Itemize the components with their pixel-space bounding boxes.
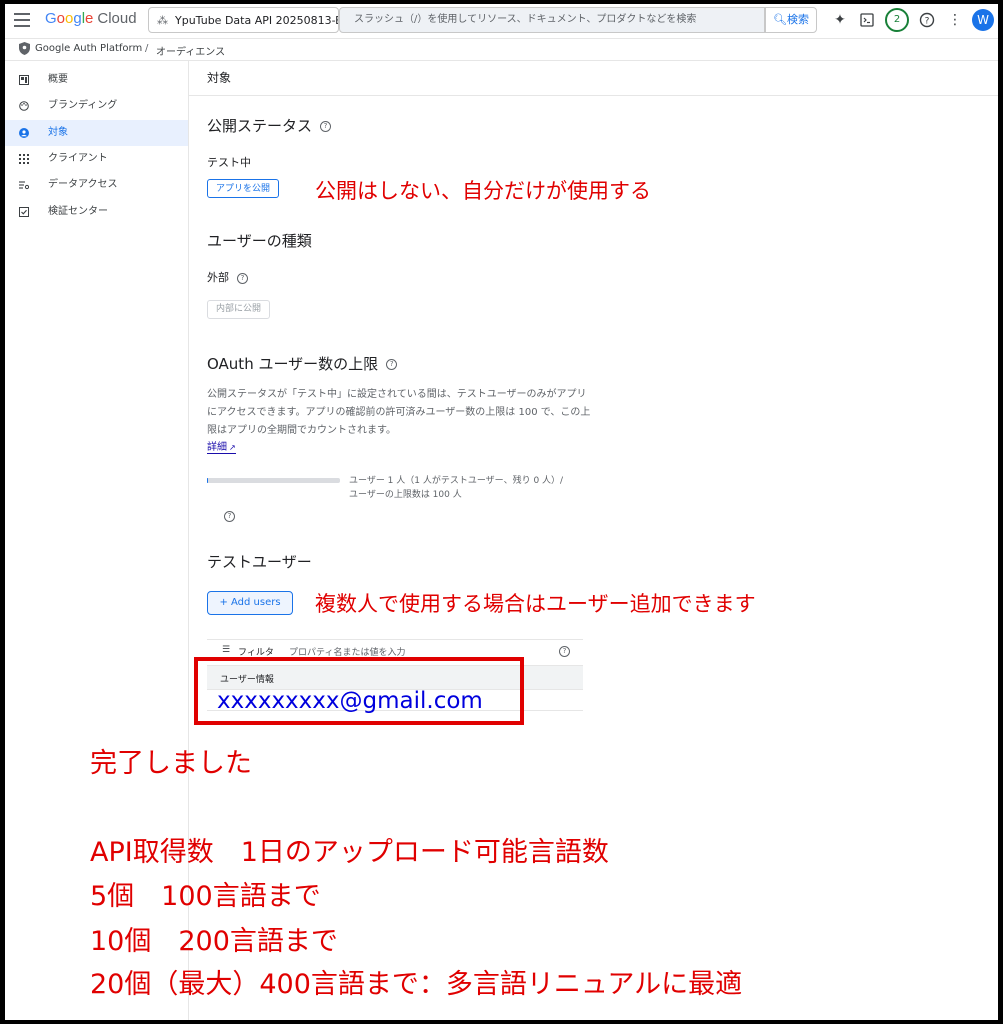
user-type-text: 外部: [207, 271, 229, 284]
page-header: 対象: [189, 61, 998, 96]
breadcrumb-platform[interactable]: Google Auth Platform: [35, 43, 142, 54]
menu-icon[interactable]: [14, 13, 30, 27]
user-cap-progress-text: ユーザー 1 人（1 人がテストユーザー、残り 0 人）/ ユーザーの上限数は …: [349, 476, 564, 500]
user-type-value: 外部?: [207, 269, 248, 285]
sidebar-item-verification-center[interactable]: 検証センター: [5, 199, 188, 225]
breadcrumb-separator: /: [145, 43, 149, 54]
sidebar-item-overview[interactable]: 概要: [5, 67, 188, 93]
grid-icon: [19, 154, 29, 164]
top-bar: Google Cloud ⁂ YpuTube Data API 20250813-…: [5, 4, 998, 39]
search-button-label: 検索: [786, 13, 809, 26]
annotation-line-20: 20個（最大）400言語まで：多言語リニュアルに最適: [90, 969, 743, 1000]
logo-letter: e: [85, 10, 94, 27]
search-icon: 🔍︎: [773, 13, 787, 26]
user-type-heading: ユーザーの種類: [207, 232, 312, 250]
notification-badge[interactable]: 2: [885, 8, 909, 32]
help-icon[interactable]: ?: [917, 10, 937, 30]
annotation-email: xxxxxxxxx@gmail.com: [217, 688, 483, 714]
help-icon[interactable]: ?: [386, 359, 398, 370]
learn-more-text: 詳細: [207, 442, 227, 453]
oauth-limit-heading: OAuth ユーザー数の上限?: [207, 353, 398, 374]
page: Google Cloud ⁂ YpuTube Data API 20250813-…: [5, 4, 998, 1020]
add-users-button[interactable]: + Add users: [207, 591, 293, 615]
shield-icon: [19, 42, 30, 55]
logo-letter: G: [45, 10, 57, 27]
project-name: YpuTube Data API 20250813-B: [175, 14, 339, 27]
google-cloud-logo[interactable]: Google Cloud: [45, 10, 137, 27]
publish-app-button[interactable]: アプリを公開: [207, 179, 280, 198]
avatar[interactable]: W: [972, 9, 994, 31]
annotation-line-10: 10個 200言語まで: [90, 926, 338, 957]
search-button[interactable]: 🔍︎検索: [765, 7, 817, 33]
annotation-publish-note: 公開はしない、自分だけが使用する: [315, 179, 651, 203]
publish-status-heading-text: 公開ステータス: [207, 117, 313, 135]
sidebar-item-label: 概要: [48, 74, 68, 85]
sidebar-item-label: データアクセス: [48, 179, 118, 190]
cloud-shell-icon[interactable]: [857, 10, 877, 30]
publish-status-heading: 公開ステータス?: [207, 115, 332, 136]
sidebar-item-label: 対象: [48, 127, 68, 138]
sidebar-item-label: 検証センター: [48, 206, 108, 217]
palette-icon: [19, 101, 29, 111]
learn-more-link[interactable]: 詳細 ↗: [207, 438, 236, 454]
logo-cloud: Cloud: [97, 10, 137, 27]
dashboard-icon: [19, 75, 29, 85]
more-vert-icon[interactable]: ⋮: [945, 10, 965, 30]
sidebar-item-audience[interactable]: 対象: [5, 120, 188, 146]
page-title: 対象: [207, 71, 232, 85]
make-internal-button[interactable]: 内部に公開: [207, 300, 271, 319]
help-icon[interactable]: ?: [320, 121, 332, 132]
settings-list-icon: [19, 181, 29, 190]
checkbox-icon: [19, 207, 29, 217]
progress-fill: [207, 478, 209, 483]
search-input[interactable]: スラッシュ（/）を使用してリソース、ドキュメント、プロダクトなどを検索: [339, 7, 765, 33]
help-icon[interactable]: ?: [224, 511, 235, 522]
annotation-add-users-note: 複数人で使用する場合はユーザー追加できます: [315, 592, 756, 616]
person-icon: [19, 128, 29, 138]
screenshot-frame: Google Cloud ⁂ YpuTube Data API 20250813-…: [0, 0, 1003, 1024]
user-cap-progress-bar: [207, 478, 340, 483]
external-link-icon: ↗: [229, 443, 236, 452]
sidebar-item-clients[interactable]: クライアント: [5, 146, 188, 172]
annotation-line-5: 5個 100言語まで: [90, 881, 321, 912]
gemini-sparkle-icon[interactable]: ✦: [830, 10, 850, 30]
annotation-api-heading: API取得数 1日のアップロード可能言語数: [90, 837, 609, 868]
sidebar-item-label: ブランディング: [48, 100, 118, 111]
svg-text:?: ?: [925, 17, 930, 27]
sidebar-item-branding[interactable]: ブランディング: [5, 93, 188, 119]
oauth-limit-heading-text: OAuth ユーザー数の上限: [207, 355, 379, 373]
sidebar-item-label: クライアント: [48, 153, 108, 164]
logo-letter: g: [73, 10, 82, 27]
publish-status-value: テスト中: [207, 156, 251, 169]
breadcrumb-current: オーディエンス: [156, 47, 226, 58]
breadcrumb: Google Auth Platform / オーディエンス: [5, 38, 998, 61]
test-users-heading: テストユーザー: [207, 553, 312, 571]
help-icon[interactable]: ?: [237, 272, 248, 284]
help-icon[interactable]: ?: [559, 646, 570, 657]
sidebar-item-data-access[interactable]: データアクセス: [5, 172, 188, 198]
oauth-limit-description: 公開ステータスが「テスト中」に設定されている間は、テストユーザーのみがアプリにア…: [207, 389, 591, 436]
filter-icon[interactable]: ☰: [222, 645, 230, 655]
logo-letter: o: [56, 10, 66, 27]
project-selector[interactable]: ⁂ YpuTube Data API 20250813-B: [148, 7, 339, 33]
project-icon: ⁂: [157, 14, 168, 27]
annotation-done: 完了しました: [90, 748, 252, 779]
